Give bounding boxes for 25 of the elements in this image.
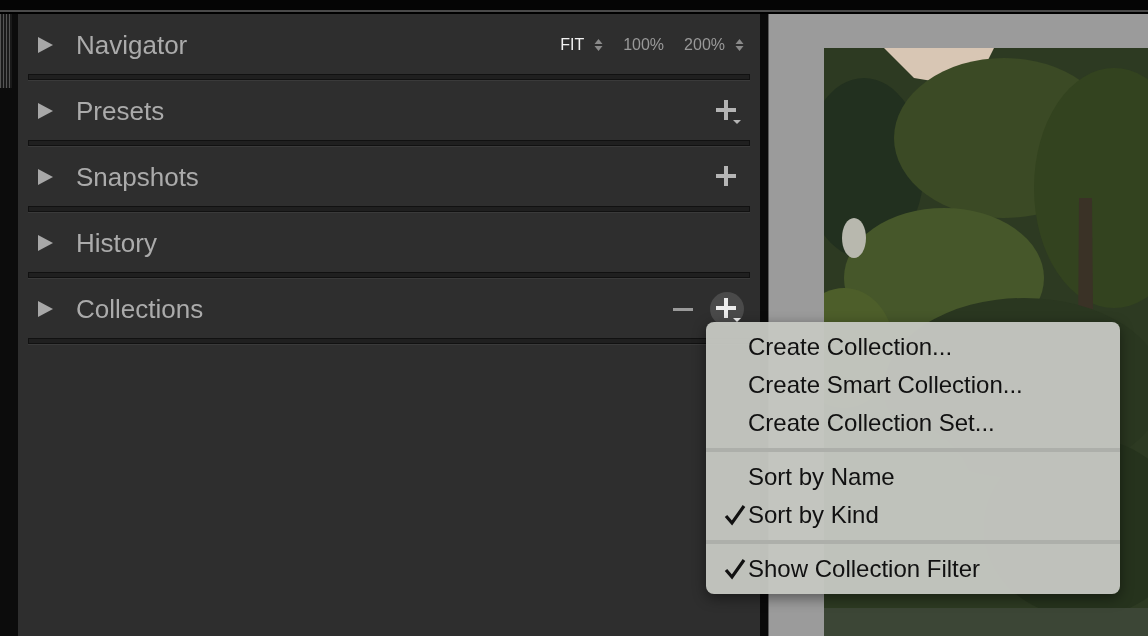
expand-triangle-icon[interactable] bbox=[36, 102, 54, 120]
menu-item[interactable]: Show Collection Filter bbox=[706, 550, 1120, 588]
expand-triangle-icon[interactable] bbox=[36, 300, 54, 318]
stepper-icon[interactable] bbox=[735, 38, 744, 52]
menu-item[interactable]: Create Collection Set... bbox=[706, 404, 1120, 442]
zoom-option[interactable]: FIT bbox=[560, 36, 585, 54]
expand-triangle-icon[interactable] bbox=[36, 168, 54, 186]
plus-icon bbox=[713, 295, 741, 323]
expand-triangle-icon[interactable] bbox=[36, 36, 54, 54]
panel-grip[interactable] bbox=[0, 14, 12, 88]
panel-title[interactable]: Collections bbox=[76, 293, 662, 325]
menu-item[interactable]: Sort by Name bbox=[706, 458, 1120, 496]
expand-triangle-icon[interactable] bbox=[36, 234, 54, 252]
menu-item[interactable]: Sort by Kind bbox=[706, 496, 1120, 534]
panel-title[interactable]: History bbox=[76, 227, 744, 259]
panel-title[interactable]: Snapshots bbox=[76, 161, 706, 193]
minus-icon bbox=[673, 307, 693, 311]
panel-title[interactable]: Presets bbox=[76, 95, 706, 127]
stepper-icon[interactable] bbox=[594, 38, 604, 52]
plus-icon bbox=[713, 97, 741, 125]
menu-item[interactable]: Create Smart Collection... bbox=[706, 366, 1120, 404]
menu-item[interactable]: Create Collection... bbox=[706, 328, 1120, 366]
panel-title[interactable]: Navigator bbox=[76, 29, 547, 61]
zoom-option[interactable]: 100% bbox=[623, 36, 665, 54]
zoom-option[interactable]: 200% bbox=[684, 36, 725, 54]
